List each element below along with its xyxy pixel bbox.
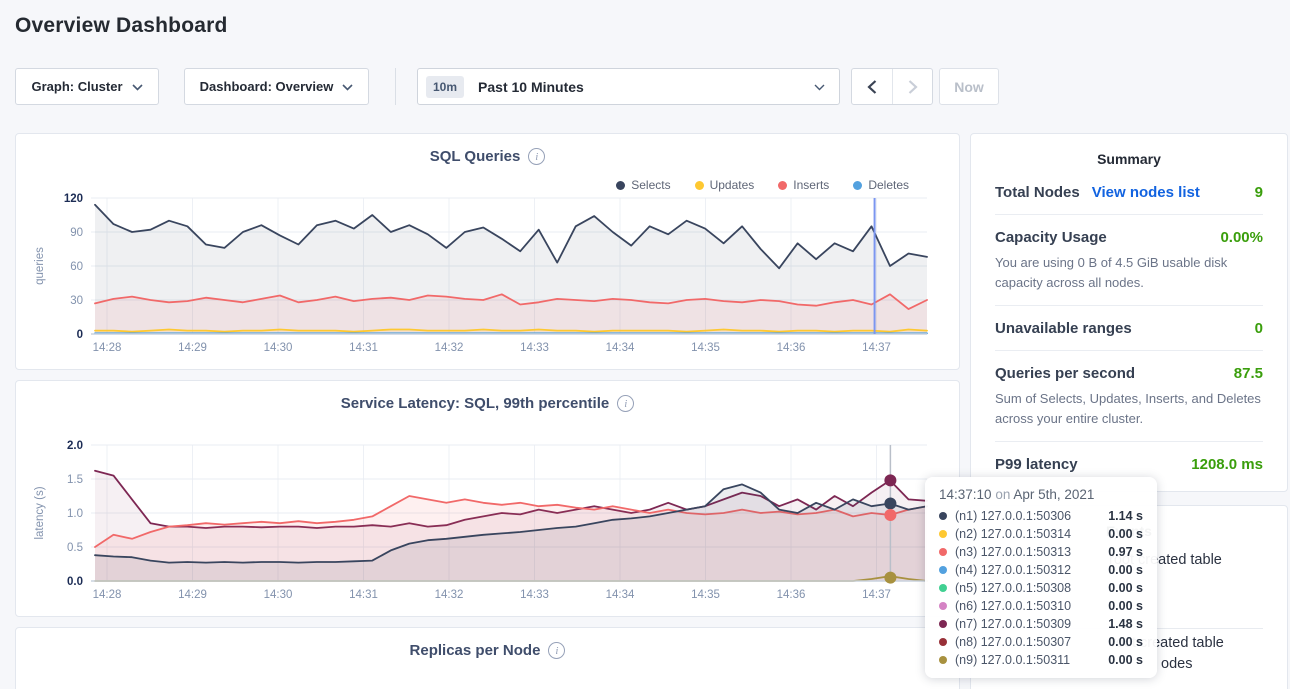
svg-text:90: 90 bbox=[70, 227, 83, 239]
svg-text:14:28: 14:28 bbox=[93, 342, 122, 354]
event-item: odes bbox=[1161, 656, 1192, 672]
info-icon[interactable]: i bbox=[528, 148, 545, 165]
svg-text:1.0: 1.0 bbox=[67, 508, 83, 520]
svg-text:14:30: 14:30 bbox=[264, 342, 293, 354]
chevron-down-icon bbox=[342, 79, 353, 94]
total-nodes-label: Total Nodes bbox=[995, 184, 1080, 201]
prev-range-button[interactable] bbox=[852, 69, 892, 104]
sql-queries-chart[interactable]: 14:28 14:29 14:30 14:31 14:32 14:33 14:34 14:35… bbox=[29, 188, 942, 360]
dashboard-dropdown[interactable]: Dashboard: Overview bbox=[184, 68, 369, 105]
series-dot-icon bbox=[939, 584, 947, 592]
svg-text:0.0: 0.0 bbox=[67, 576, 83, 588]
graph-dropdown[interactable]: Graph: Cluster bbox=[15, 68, 159, 105]
view-nodes-list-link[interactable]: View nodes list bbox=[1092, 184, 1200, 201]
service-latency-card: Service Latency: SQL, 99th percentile i … bbox=[15, 380, 960, 617]
p99-latency-value: 1208.0 ms bbox=[1191, 456, 1263, 473]
svg-text:30: 30 bbox=[70, 295, 83, 307]
tooltip-row: (n2) 127.0.0.1:503140.00 s bbox=[939, 525, 1143, 543]
controls-divider bbox=[395, 68, 396, 105]
unavailable-ranges-value: 0 bbox=[1255, 320, 1263, 337]
unavailable-ranges-label: Unavailable ranges bbox=[995, 320, 1132, 337]
series-dot-icon bbox=[939, 512, 947, 520]
svg-text:14:32: 14:32 bbox=[435, 589, 464, 601]
tooltip-row: (n6) 127.0.0.1:503100.00 s bbox=[939, 597, 1143, 615]
now-button[interactable]: Now bbox=[939, 68, 999, 105]
tooltip-row: (n5) 127.0.0.1:503080.00 s bbox=[939, 579, 1143, 597]
svg-text:14:34: 14:34 bbox=[606, 589, 635, 601]
chart-hover-tooltip: 14:37:10 on Apr 5th, 2021 (n1) 127.0.0.1… bbox=[925, 477, 1157, 678]
page-title: Overview Dashboard bbox=[15, 14, 228, 38]
svg-text:14:37: 14:37 bbox=[862, 342, 891, 354]
svg-text:queries: queries bbox=[34, 247, 46, 285]
replicas-per-node-card: Replicas per Node i bbox=[15, 627, 960, 689]
svg-text:14:35: 14:35 bbox=[691, 589, 720, 601]
capacity-usage-value: 0.00% bbox=[1220, 229, 1263, 246]
svg-text:1.5: 1.5 bbox=[67, 474, 83, 486]
summary-row-qps: Queries per second 87.5 Sum of Selects, … bbox=[995, 350, 1263, 441]
series-dot-icon bbox=[939, 548, 947, 556]
svg-text:14:33: 14:33 bbox=[520, 589, 549, 601]
next-range-button[interactable] bbox=[892, 69, 932, 104]
svg-text:60: 60 bbox=[70, 261, 83, 273]
tooltip-row: (n9) 127.0.0.1:503110.00 s bbox=[939, 651, 1143, 669]
svg-text:14:31: 14:31 bbox=[349, 342, 378, 354]
total-nodes-value: 9 bbox=[1255, 184, 1263, 201]
service-latency-title: Service Latency: SQL, 99th percentile bbox=[341, 395, 609, 412]
summary-row-total-nodes: Total Nodes View nodes list 9 bbox=[995, 182, 1263, 214]
time-step-buttons bbox=[851, 68, 933, 105]
series-dot-icon bbox=[939, 530, 947, 538]
tooltip-row: (n3) 127.0.0.1:503130.97 s bbox=[939, 543, 1143, 561]
svg-text:14:30: 14:30 bbox=[264, 589, 293, 601]
tooltip-timestamp: 14:37:10 on Apr 5th, 2021 bbox=[939, 487, 1143, 502]
svg-text:14:31: 14:31 bbox=[349, 589, 378, 601]
replicas-per-node-title: Replicas per Node bbox=[410, 642, 541, 659]
svg-text:14:34: 14:34 bbox=[606, 342, 635, 354]
sql-queries-card: SQL Queries i SelectsUpdatesInsertsDelet… bbox=[15, 133, 960, 370]
svg-text:14:28: 14:28 bbox=[93, 589, 122, 601]
summary-row-unavailable: Unavailable ranges 0 bbox=[995, 305, 1263, 350]
queries-per-second-label: Queries per second bbox=[995, 365, 1135, 382]
sql-queries-title: SQL Queries bbox=[430, 148, 521, 165]
summary-panel: Summary Total Nodes View nodes list 9 Ca… bbox=[970, 133, 1288, 492]
queries-per-second-desc: Sum of Selects, Updates, Inserts, and De… bbox=[995, 389, 1263, 428]
dashboard-dropdown-label: Dashboard: Overview bbox=[200, 79, 334, 94]
p99-latency-label: P99 latency bbox=[995, 456, 1078, 473]
time-range-label: Past 10 Minutes bbox=[478, 79, 584, 95]
time-range-picker[interactable]: 10m Past 10 Minutes bbox=[417, 68, 840, 105]
tooltip-row: (n1) 127.0.0.1:503061.14 s bbox=[939, 507, 1143, 525]
chevron-down-icon bbox=[814, 78, 825, 96]
svg-text:latency (s): latency (s) bbox=[34, 486, 46, 539]
capacity-usage-desc: You are using 0 B of 4.5 GiB usable disk… bbox=[995, 253, 1263, 292]
svg-text:2.0: 2.0 bbox=[67, 440, 83, 452]
svg-text:120: 120 bbox=[64, 193, 83, 205]
info-icon[interactable]: i bbox=[617, 395, 634, 412]
svg-text:14:29: 14:29 bbox=[178, 589, 207, 601]
summary-title: Summary bbox=[995, 134, 1263, 182]
time-range-badge: 10m bbox=[426, 76, 464, 98]
series-dot-icon bbox=[939, 638, 947, 646]
svg-text:14:29: 14:29 bbox=[178, 342, 207, 354]
svg-text:14:36: 14:36 bbox=[777, 589, 806, 601]
tooltip-row: (n8) 127.0.0.1:503070.00 s bbox=[939, 633, 1143, 651]
series-dot-icon bbox=[939, 602, 947, 610]
tooltip-row: (n4) 127.0.0.1:503120.00 s bbox=[939, 561, 1143, 579]
svg-text:14:37: 14:37 bbox=[862, 589, 891, 601]
graph-dropdown-label: Graph: Cluster bbox=[31, 79, 122, 94]
service-latency-chart[interactable]: 14:28 14:29 14:30 14:31 14:32 14:33 14:34 14:35… bbox=[29, 435, 942, 607]
svg-text:14:33: 14:33 bbox=[520, 342, 549, 354]
svg-text:14:32: 14:32 bbox=[435, 342, 464, 354]
capacity-usage-label: Capacity Usage bbox=[995, 229, 1107, 246]
chevron-down-icon bbox=[132, 79, 143, 94]
tooltip-row: (n7) 127.0.0.1:503091.48 s bbox=[939, 615, 1143, 633]
svg-text:0.5: 0.5 bbox=[67, 542, 83, 554]
svg-text:0: 0 bbox=[77, 329, 83, 341]
svg-text:14:35: 14:35 bbox=[691, 342, 720, 354]
series-dot-icon bbox=[939, 656, 947, 664]
info-icon[interactable]: i bbox=[548, 642, 565, 659]
series-dot-icon bbox=[939, 620, 947, 628]
queries-per-second-value: 87.5 bbox=[1234, 365, 1263, 382]
svg-text:14:36: 14:36 bbox=[777, 342, 806, 354]
series-dot-icon bbox=[939, 566, 947, 574]
summary-row-capacity: Capacity Usage 0.00% You are using 0 B o… bbox=[995, 214, 1263, 305]
